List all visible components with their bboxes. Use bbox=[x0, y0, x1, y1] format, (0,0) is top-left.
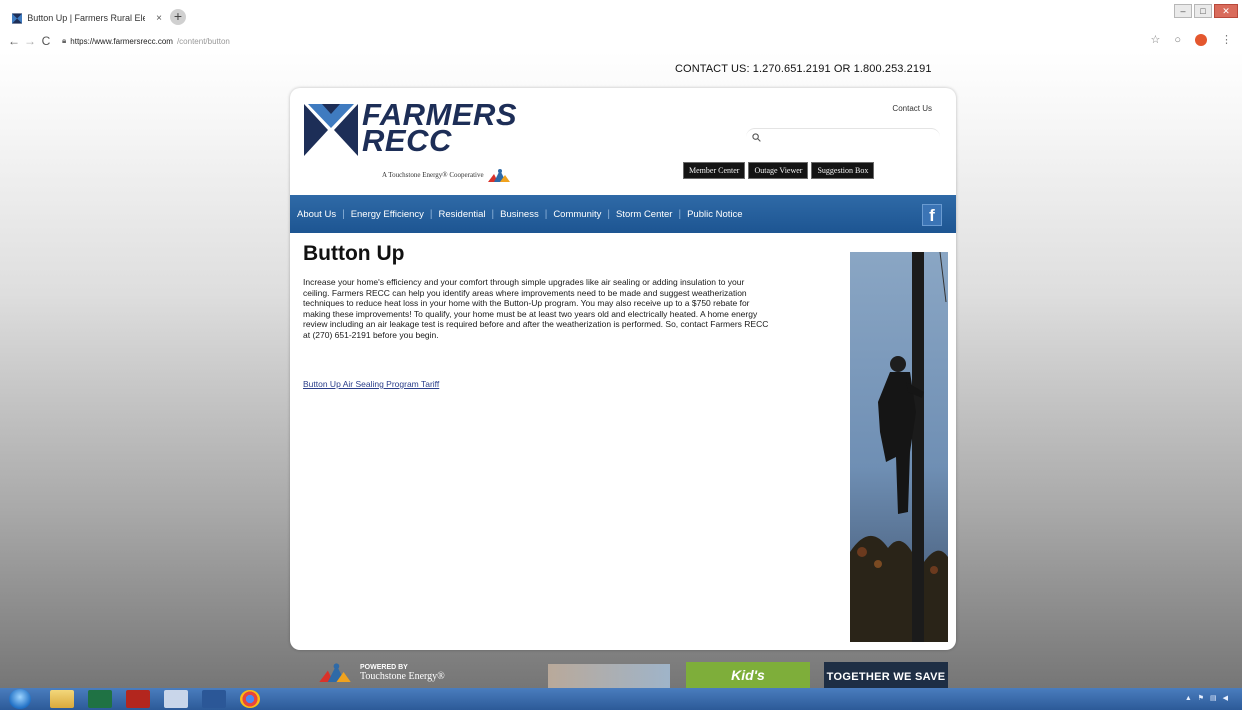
touchstone-energy-icon bbox=[487, 169, 510, 182]
file-explorer-icon[interactable] bbox=[50, 690, 74, 708]
window-controls: – □ ✕ bbox=[1174, 4, 1238, 18]
forward-arrow-icon[interactable]: → bbox=[22, 34, 38, 48]
nav-storm-center[interactable]: Storm Center bbox=[616, 209, 673, 220]
nav-separator: | bbox=[607, 208, 610, 220]
minimize-icon[interactable]: – bbox=[1174, 4, 1192, 18]
tab-title: Button Up | Farmers Rural Elect bbox=[27, 13, 146, 23]
system-tray: ▲ ⚑ ▤ ◀ bbox=[1185, 690, 1236, 706]
site-card: FARMERS RECC A Touchstone Energy® Cooper… bbox=[290, 88, 956, 650]
header-button-group: Member Center Outage Viewer Suggestion B… bbox=[683, 162, 875, 179]
facebook-icon[interactable]: f bbox=[922, 204, 942, 226]
powered-by-text: POWERED BY Touchstone Energy® bbox=[360, 663, 445, 682]
excel-icon[interactable] bbox=[88, 690, 112, 708]
lineman-photo bbox=[850, 252, 948, 642]
word-icon[interactable] bbox=[202, 690, 226, 708]
logo-tagline: A Touchstone Energy® Cooperative bbox=[382, 168, 510, 182]
lock-icon: 🔒︎ bbox=[62, 36, 67, 45]
windows-taskbar: ▲ ⚑ ▤ ◀ bbox=[0, 688, 1242, 710]
browser-tab[interactable]: Button Up | Farmers Rural Elect × bbox=[12, 9, 162, 27]
tray-arrow-icon[interactable]: ▲ bbox=[1185, 695, 1192, 702]
nav-separator: | bbox=[544, 208, 548, 220]
promo-banner-kids[interactable]: Kid's bbox=[686, 662, 810, 688]
back-arrow-icon[interactable]: ← bbox=[6, 34, 22, 48]
url-path: /content/button bbox=[176, 36, 230, 46]
contact-phone-bar: CONTACT US: 1.270.651.2191 OR 1.800.253.… bbox=[675, 63, 932, 75]
nav-community[interactable]: Community bbox=[553, 209, 601, 220]
address-bar: ← → C 🔒︎ https://www.farmersrecc.com/con… bbox=[0, 30, 1242, 52]
main-nav: About Us | Energy Efficiency | Residenti… bbox=[290, 195, 956, 233]
member-center-button[interactable]: Member Center bbox=[683, 162, 746, 179]
nav-separator: | bbox=[429, 208, 433, 220]
flag-icon[interactable]: ⚑ bbox=[1198, 694, 1204, 702]
media-icon[interactable] bbox=[164, 690, 188, 708]
touchstone-energy-icon bbox=[319, 663, 351, 682]
acrobat-icon[interactable] bbox=[126, 690, 150, 708]
outage-viewer-button[interactable]: Outage Viewer bbox=[748, 162, 809, 179]
nav-separator: | bbox=[342, 208, 345, 220]
search-icon bbox=[752, 133, 761, 142]
contact-us-link[interactable]: Contact Us bbox=[892, 104, 932, 113]
site-favicon-icon bbox=[12, 12, 23, 24]
url-host: https://www.farmersrecc.com bbox=[70, 36, 173, 46]
promo-banner-1[interactable] bbox=[548, 664, 670, 688]
logo-mark-icon bbox=[304, 104, 358, 156]
close-window-icon[interactable]: ✕ bbox=[1214, 4, 1238, 18]
reload-icon[interactable]: C bbox=[38, 34, 54, 48]
nav-public-notice[interactable]: Public Notice bbox=[687, 209, 742, 220]
taskbar-apps bbox=[50, 690, 260, 708]
tariff-link[interactable]: Button Up Air Sealing Program Tariff bbox=[303, 379, 439, 389]
tab-close-icon[interactable]: × bbox=[156, 13, 162, 24]
farmers-recc-logo[interactable]: FARMERS RECC A Touchstone Energy® Cooper… bbox=[304, 99, 544, 182]
logo-tagline-text: A Touchstone Energy® Cooperative bbox=[382, 171, 484, 179]
page-title: Button Up bbox=[303, 242, 405, 265]
extension-icon[interactable] bbox=[1195, 33, 1207, 46]
nav-about-us[interactable]: About Us bbox=[297, 209, 336, 220]
search-input[interactable] bbox=[746, 128, 940, 146]
browser-tab-bar: Button Up | Farmers Rural Elect × + – □ … bbox=[0, 0, 1242, 30]
new-tab-button[interactable]: + bbox=[170, 9, 186, 25]
suggestion-box-button[interactable]: Suggestion Box bbox=[811, 162, 875, 179]
extension-circle-icon[interactable]: ○ bbox=[1174, 34, 1181, 46]
powered-by-touchstone[interactable]: POWERED BY Touchstone Energy® bbox=[316, 662, 445, 682]
nav-residential[interactable]: Residential bbox=[439, 209, 486, 220]
url-field[interactable]: 🔒︎ https://www.farmersrecc.com/content/b… bbox=[62, 36, 230, 46]
chrome-icon[interactable] bbox=[240, 690, 260, 708]
maximize-icon[interactable]: □ bbox=[1194, 4, 1212, 18]
network-icon[interactable]: ▤ bbox=[1210, 694, 1217, 702]
powered-by-name: Touchstone Energy® bbox=[360, 671, 445, 682]
start-button-icon[interactable] bbox=[9, 689, 31, 709]
browser-toolbar-icons: ☆ ○ ⋮ bbox=[1150, 33, 1232, 46]
logo-wordmark: FARMERS RECC bbox=[362, 99, 517, 156]
nav-separator: | bbox=[678, 208, 682, 220]
bookmark-star-icon[interactable]: ☆ bbox=[1150, 33, 1160, 46]
promo-banner-together-we-save[interactable]: TOGETHER WE SAVE bbox=[824, 662, 948, 688]
page-body-text: Increase your home's efficiency and your… bbox=[303, 277, 769, 340]
nav-business[interactable]: Business bbox=[500, 209, 539, 220]
nav-separator: | bbox=[491, 208, 495, 220]
clock[interactable] bbox=[1234, 690, 1236, 706]
nav-energy-efficiency[interactable]: Energy Efficiency bbox=[351, 209, 424, 220]
footer-promo-strip: POWERED BY Touchstone Energy® Kid's TOGE… bbox=[0, 660, 1242, 688]
volume-icon[interactable]: ◀ bbox=[1223, 694, 1228, 702]
menu-dots-icon[interactable]: ⋮ bbox=[1221, 33, 1232, 46]
page-background: CONTACT US: 1.270.651.2191 OR 1.800.253.… bbox=[0, 52, 1242, 688]
